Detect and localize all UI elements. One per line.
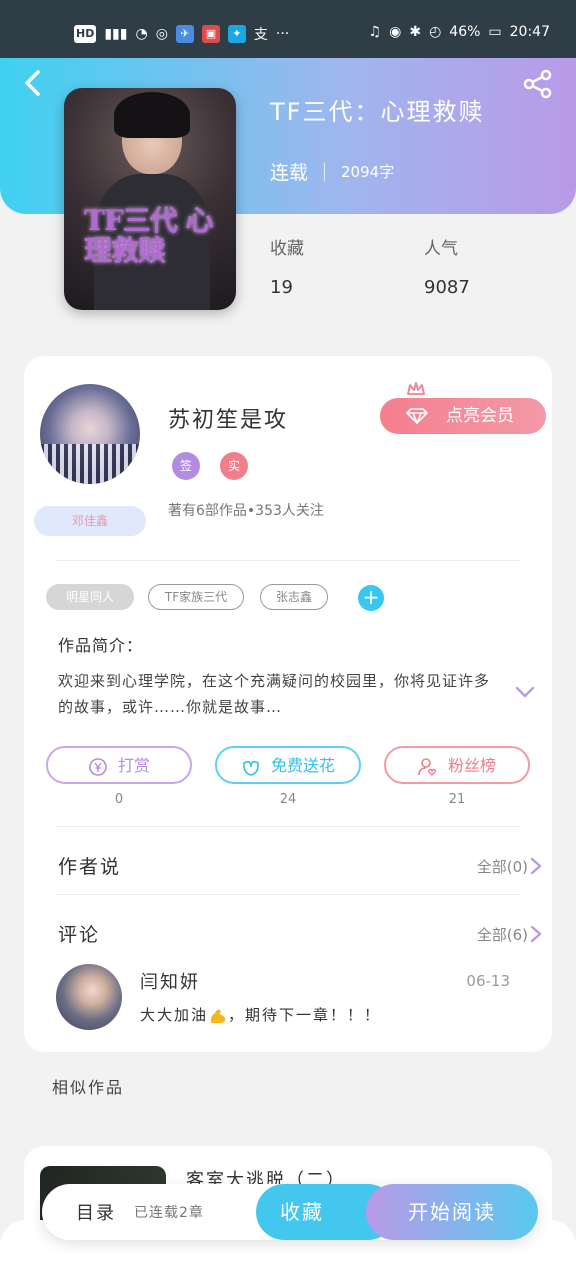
vip-label: 点亮会员 — [446, 406, 514, 426]
tip-count: 0 — [114, 792, 124, 807]
author-avatar[interactable] — [40, 384, 140, 484]
word-count: 2094字 — [341, 163, 395, 181]
battery-percent: 46% — [449, 24, 481, 40]
chevron-right-icon[interactable] — [530, 857, 542, 875]
more-icon: ··· — [275, 26, 290, 42]
book-title: TF三代：心理救赎 — [270, 98, 485, 126]
chevron-right-icon[interactable] — [530, 925, 542, 943]
weibo-icon: ◎ — [155, 26, 168, 42]
similar-works-title: 相似作品 — [52, 1078, 125, 1097]
divider — [56, 560, 520, 561]
author-says-title: 作者说 — [58, 856, 122, 878]
author-name[interactable]: 苏初笙是攻 — [168, 402, 288, 434]
status-right-icons: ♫ ◉ ✱ ◴ 46% ▭ 20:47 — [369, 24, 550, 40]
bluetooth-icon: ✱ — [409, 24, 422, 40]
chapter-status: 已连载2章 — [134, 1205, 204, 1221]
comment-date: 06-13 — [466, 972, 510, 990]
popularity-value: 9087 — [424, 277, 470, 298]
author-stats: 著有6部作品•353人关注 — [168, 503, 324, 519]
coin-icon — [89, 757, 107, 776]
share-icon — [523, 69, 552, 99]
headphones-icon: ♫ — [368, 24, 382, 40]
tag-chip[interactable]: TF家族三代 — [148, 584, 244, 610]
comments-title: 评论 — [58, 924, 101, 946]
add-tag-button[interactable]: + — [358, 585, 384, 611]
favorites-value: 19 — [270, 277, 293, 298]
tip-button[interactable]: 打赏 — [46, 746, 192, 784]
comment-text-after: ，期待下一章！！！ — [228, 1006, 382, 1024]
tag-chip[interactable]: 明星同人 — [46, 584, 134, 610]
chevron-down-icon[interactable] — [514, 684, 536, 700]
cover-title-art: TF三代 心理救赎 — [84, 204, 213, 267]
favorites-label: 收藏 — [270, 239, 304, 259]
intro-text: 欢迎来到心理学院，在这个充满疑问的校园里，你将见证许多的故事，或许……你就是故事… — [58, 672, 491, 716]
signed-tag: 签 — [172, 452, 200, 480]
tip-label: 打赏 — [117, 756, 150, 775]
commenter-name[interactable]: 闫知妍 — [140, 968, 200, 994]
favorites-stat: 收藏 19 — [270, 234, 304, 298]
tag-chip[interactable]: 张志鑫 — [260, 584, 328, 610]
popularity-stat: 人气 9087 — [424, 234, 470, 298]
alipay-icon: 支 — [253, 27, 268, 43]
flower-count: 24 — [279, 792, 297, 807]
avatar-shirt — [40, 444, 140, 484]
back-button[interactable] — [18, 68, 48, 98]
book-status: 连载 — [270, 162, 309, 184]
comment-text-before: 大大加油 — [140, 1006, 209, 1024]
book-cover[interactable]: TF三代 心理救赎 — [64, 88, 236, 310]
clock: 20:47 — [509, 24, 550, 40]
meta-divider — [324, 161, 326, 182]
book-meta: 连载 2094字 — [270, 158, 394, 185]
crown-icon — [407, 382, 425, 395]
speed-icon: ◴ — [429, 24, 442, 40]
fans-ranking-button[interactable]: 粉丝榜 — [384, 746, 530, 784]
eye-icon: ◉ — [389, 24, 402, 40]
divider — [56, 826, 520, 827]
author-says-all-link[interactable]: 全部(0) — [477, 856, 528, 877]
verified-tag: 实 — [220, 452, 248, 480]
cover-figure-hair — [114, 92, 190, 138]
popularity-label: 人气 — [424, 239, 458, 259]
flexed-biceps-icon — [210, 1009, 226, 1023]
send-flower-button[interactable]: 免费送花 — [215, 746, 361, 784]
vip-button[interactable]: 点亮会员 — [380, 398, 546, 434]
comments-all-link[interactable]: 全部(6) — [477, 924, 528, 945]
divider — [56, 894, 520, 895]
diamond-icon — [406, 408, 428, 424]
wifi-icon: ◔ — [135, 26, 148, 42]
chevron-left-icon — [25, 70, 40, 96]
signal-icon: ▮▮▮ — [104, 26, 128, 42]
app-icon-blue: ✈ — [175, 25, 194, 43]
status-left-icons: HD ▮▮▮ ◔ ◎ ✈ ▣ ✦ 支 ··· — [74, 24, 289, 44]
comment-text: 大大加油 ，期待下一章！！！ — [140, 1004, 381, 1025]
plus-icon: + — [362, 585, 380, 609]
author-badge: 邓佳鑫 — [34, 506, 146, 536]
fans-count: 21 — [448, 792, 466, 807]
intro-heading: 作品简介： — [58, 636, 144, 655]
table-of-contents-button[interactable]: 目录 — [76, 1199, 116, 1225]
user-heart-icon — [418, 757, 437, 776]
app-icon-bulb: ✦ — [227, 25, 246, 43]
flower-label: 免费送花 — [270, 756, 335, 775]
battery-icon: ▭ — [488, 24, 502, 40]
share-button[interactable] — [522, 68, 554, 100]
app-icon-red: ▣ — [201, 25, 220, 43]
flower-icon — [243, 760, 259, 776]
status-bar: HD ▮▮▮ ◔ ◎ ✈ ▣ ✦ 支 ··· ♫ ◉ ✱ ◴ 46% ▭ 20:… — [0, 0, 576, 58]
hd-icon: HD — [74, 25, 97, 43]
fans-label: 粉丝榜 — [447, 756, 496, 775]
commenter-avatar[interactable] — [56, 964, 122, 1030]
start-reading-button[interactable]: 开始阅读 — [366, 1184, 538, 1240]
